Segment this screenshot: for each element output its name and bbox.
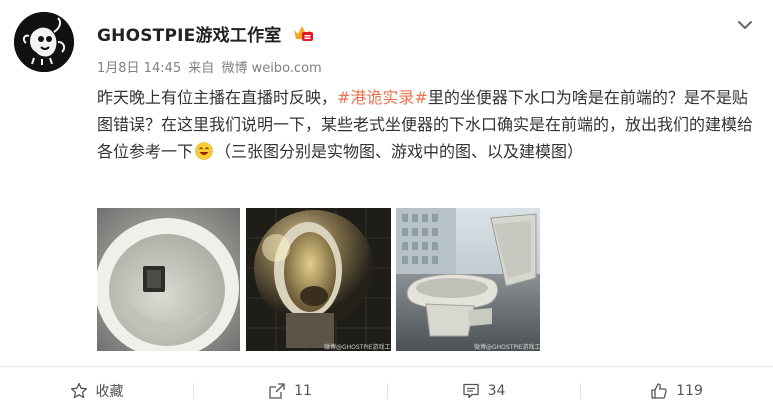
share-icon bbox=[269, 383, 285, 399]
like-count: 119 bbox=[676, 383, 703, 399]
weibo-post-card: GHOSTPIE游戏工作室 1月8日 14:45 来自 微博 weibo.com… bbox=[0, 0, 773, 414]
action-bar: 收藏 11 34 119 bbox=[0, 366, 773, 415]
post-date[interactable]: 1月8日 14:45 bbox=[97, 61, 181, 76]
laughing-emoji-icon bbox=[195, 141, 213, 160]
watermark: 微博@GHOSTPIE游戏工作室 bbox=[324, 344, 391, 351]
comment-icon bbox=[462, 383, 479, 399]
like-button[interactable]: 119 bbox=[580, 367, 773, 415]
post-text: 昨天晚上有位主播在直播时反映，#港诡实录#里的坐便器下水口为啥是在前端的？是不是… bbox=[97, 84, 757, 165]
hashtag-link[interactable]: #港诡实录# bbox=[337, 88, 428, 107]
comment-count: 34 bbox=[487, 383, 506, 399]
toilet-real-photo[interactable] bbox=[97, 208, 240, 351]
toilet-game-screenshot[interactable]: 微博@GHOSTPIE游戏工作室 bbox=[246, 208, 391, 351]
watermark: 微博@GHOSTPIE游戏工作室 bbox=[474, 344, 540, 351]
avatar[interactable] bbox=[14, 12, 74, 72]
author-name[interactable]: GHOSTPIE游戏工作室 bbox=[97, 21, 281, 46]
star-icon bbox=[70, 382, 87, 399]
post-meta: 1月8日 14:45 来自 微博 weibo.com bbox=[97, 57, 325, 76]
chevron-down-icon[interactable] bbox=[734, 14, 756, 36]
post-text-part1: 昨天晚上有位主播在直播时反映， bbox=[97, 88, 338, 107]
thumbs-up-icon bbox=[651, 383, 667, 399]
comment-button[interactable]: 34 bbox=[387, 367, 580, 415]
toilet-model-render[interactable]: 微博@GHOSTPIE游戏工作室 bbox=[396, 208, 540, 351]
repost-button[interactable]: 11 bbox=[193, 367, 387, 415]
repost-count: 11 bbox=[294, 383, 312, 399]
vip-badge-icon[interactable] bbox=[292, 24, 314, 42]
post-source[interactable]: 微博 weibo.com bbox=[221, 61, 321, 76]
favorite-button[interactable]: 收藏 bbox=[0, 367, 193, 415]
post-text-part3: （三张图分别是实物图、游戏中的图、以及建模图） bbox=[215, 142, 584, 161]
favorite-label: 收藏 bbox=[95, 384, 124, 400]
source-prefix: 来自 bbox=[188, 61, 215, 76]
